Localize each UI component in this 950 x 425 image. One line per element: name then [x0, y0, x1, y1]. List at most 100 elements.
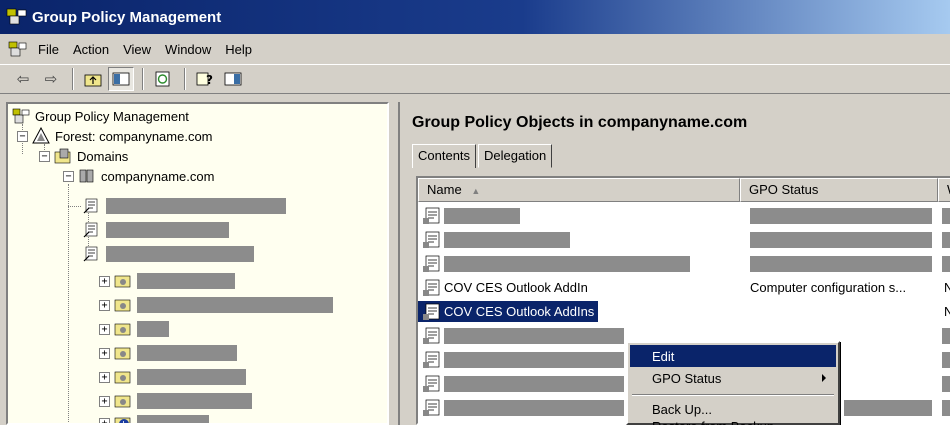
tree-item-domains[interactable]: − Domains: [39, 146, 128, 166]
tree-label-root: Group Policy Management: [35, 108, 189, 124]
gpo-icon: [422, 398, 442, 418]
list-item[interactable]: COV CES Outlook AddIn Computer configura…: [418, 276, 950, 299]
ou-folder-icon: [114, 320, 132, 338]
context-menu-gpo-status[interactable]: GPO Status: [630, 367, 836, 389]
gpo-wmi-filter: N: [944, 304, 950, 319]
redacted-text: [942, 399, 950, 416]
redacted-text: [137, 345, 237, 361]
expand-icon[interactable]: +: [99, 395, 110, 407]
redacted-text: [137, 297, 333, 313]
page-title: Group Policy Objects in companyname.com: [412, 114, 748, 131]
tree-item-gpo-link[interactable]: [83, 244, 254, 264]
toolbar: ⇦ ⇨ ?: [0, 64, 950, 94]
gpo-icon: [422, 374, 442, 394]
redacted-text: [444, 231, 570, 248]
sort-ascending-icon: ▲: [471, 186, 481, 196]
submenu-arrow-icon: [822, 374, 826, 382]
tree-label-domain: companyname.com: [101, 168, 215, 184]
refresh-icon[interactable]: [150, 67, 176, 91]
list-item[interactable]: [418, 228, 950, 251]
ou-folder-icon: [114, 272, 132, 290]
list-item-selected[interactable]: COV CES Outlook AddIns N: [418, 300, 950, 323]
column-header-name[interactable]: Name ▲: [418, 178, 740, 202]
menu-action[interactable]: Action: [73, 42, 109, 57]
list-item[interactable]: [418, 252, 950, 275]
redacted-text: [444, 399, 624, 416]
domains-icon: [54, 147, 72, 165]
redacted-text: [750, 255, 932, 272]
tree-item-ou[interactable]: +: [99, 319, 169, 339]
tab-delegation[interactable]: Delegation: [478, 144, 553, 168]
redacted-text: [844, 399, 932, 416]
collapse-icon[interactable]: −: [63, 170, 74, 182]
expand-icon[interactable]: +: [99, 275, 110, 287]
column-header-wmi-filter[interactable]: W: [938, 178, 950, 202]
redacted-text: [942, 375, 950, 392]
domain-icon: [78, 167, 96, 185]
menu-view[interactable]: View: [123, 42, 151, 57]
toolbar-separator: [184, 68, 186, 90]
tree-label-domains: Domains: [77, 148, 129, 164]
gpo-icon: [422, 350, 442, 370]
gpo-icon: [422, 278, 442, 298]
menu-window[interactable]: Window: [165, 42, 211, 57]
gpmc-root-icon: [12, 107, 30, 125]
redacted-text: [942, 351, 950, 368]
expand-icon[interactable]: +: [99, 371, 110, 383]
tree-item-ou[interactable]: +: [99, 271, 235, 291]
gpo-icon: [422, 230, 442, 250]
forward-arrow-icon[interactable]: ⇨: [38, 67, 64, 91]
tree-item-ou[interactable]: +: [99, 367, 246, 387]
menu-bar: File Action View Window Help: [0, 35, 950, 63]
expand-icon[interactable]: +: [99, 299, 110, 311]
gpmc-app-icon: [6, 6, 28, 28]
tree-item-ou[interactable]: +: [99, 295, 333, 315]
expand-icon[interactable]: +: [99, 323, 110, 335]
redacted-text: [750, 231, 932, 248]
tree-item-ou[interactable]: + !: [99, 413, 209, 423]
back-arrow-icon[interactable]: ⇦: [10, 67, 36, 91]
tree-item-forest[interactable]: − Forest: companyname.com: [17, 126, 213, 146]
expand-icon[interactable]: +: [99, 417, 110, 423]
redacted-text: [942, 327, 950, 344]
tree-item-domain[interactable]: − companyname.com: [63, 166, 214, 186]
context-menu-back-up[interactable]: Back Up...: [630, 399, 836, 419]
column-header-gpo-status[interactable]: GPO Status: [740, 178, 938, 202]
menu-file[interactable]: File: [38, 42, 59, 57]
menu-separator: [632, 394, 834, 396]
collapse-icon[interactable]: −: [17, 130, 28, 142]
tree-item-gpo-link[interactable]: [83, 220, 229, 240]
show-hide-tree-icon[interactable]: [108, 67, 134, 91]
tree-item-ou[interactable]: +: [99, 391, 252, 411]
console-tree: Group Policy Management − Forest: compan…: [6, 102, 389, 425]
tree-item-ou[interactable]: +: [99, 343, 237, 363]
tree-item-gpo-link[interactable]: [68, 196, 286, 216]
menu-help[interactable]: Help: [225, 42, 252, 57]
redacted-text: [106, 198, 286, 214]
gpo-icon: [422, 326, 442, 346]
up-one-level-icon[interactable]: [80, 67, 106, 91]
help-icon[interactable]: ?: [192, 67, 218, 91]
gpo-link-icon: [83, 221, 101, 239]
redacted-text: [137, 369, 246, 385]
tree-item-root[interactable]: Group Policy Management: [12, 106, 189, 126]
redacted-text: [106, 246, 254, 262]
toolbar-separator: [72, 68, 74, 90]
list-item[interactable]: [418, 204, 950, 227]
redacted-text: [444, 327, 624, 344]
context-menu-label: GPO Status: [652, 370, 722, 386]
redacted-text: [444, 255, 690, 272]
gpo-link-icon: [83, 197, 101, 215]
redacted-text: [750, 207, 932, 224]
tab-strip: Contents Delegation: [412, 144, 554, 168]
context-menu-edit[interactable]: Edit: [630, 345, 836, 367]
tab-contents[interactable]: Contents: [412, 144, 477, 168]
ou-folder-icon: [114, 344, 132, 362]
ou-folder-icon: [114, 296, 132, 314]
collapse-icon[interactable]: −: [39, 150, 50, 162]
system-menu-icon[interactable]: [8, 39, 28, 59]
expand-icon[interactable]: +: [99, 347, 110, 359]
title-bar: Group Policy Management: [0, 0, 950, 34]
context-menu-restore-from-backup[interactable]: Restore from Backup...: [630, 419, 836, 425]
show-action-pane-icon[interactable]: [220, 67, 246, 91]
